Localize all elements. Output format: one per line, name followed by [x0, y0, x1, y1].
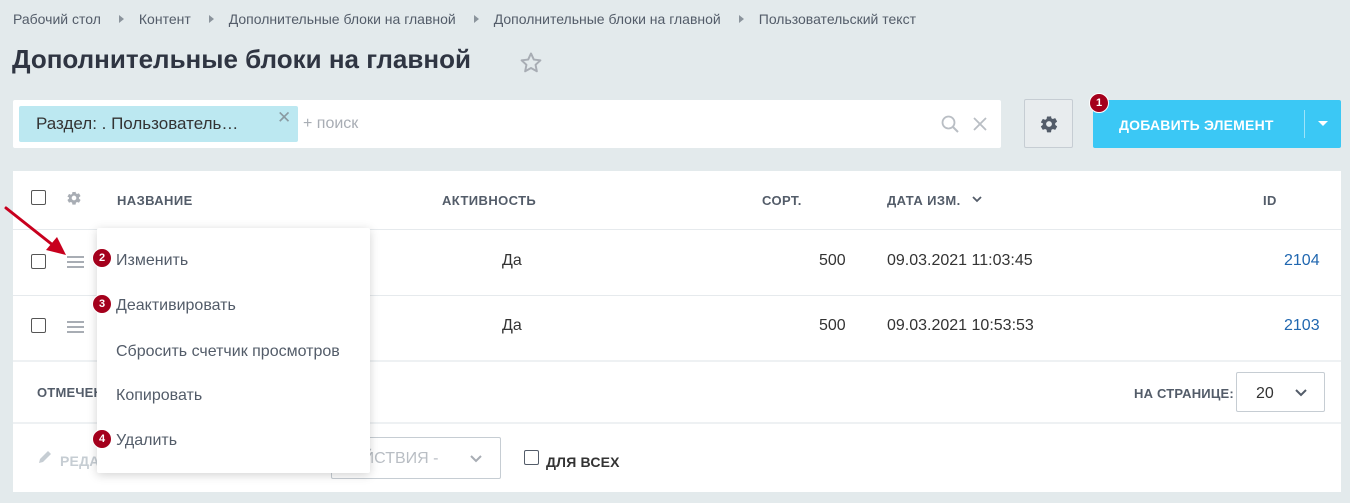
breadcrumb-item-blocks-list[interactable]: Дополнительные блоки на главной — [494, 11, 721, 27]
add-element-button[interactable]: ДОБАВИТЬ ЭЛЕМЕНТ — [1093, 100, 1341, 148]
edit-action-label[interactable]: РЕДА — [60, 453, 100, 469]
menu-item-copy[interactable]: Копировать — [116, 387, 202, 405]
chevron-down-icon[interactable] — [971, 194, 983, 204]
annotation-badge: 3 — [92, 294, 112, 314]
chevron-down-icon — [470, 455, 482, 463]
breadcrumb-separator-icon — [738, 15, 744, 23]
annotation-badge: 1 — [1089, 93, 1109, 113]
cell-sort: 500 — [819, 252, 846, 269]
column-header-sort[interactable]: СОРТ. — [762, 193, 802, 208]
breadcrumb-separator-icon — [208, 15, 214, 23]
annotation-arrow-icon — [4, 206, 66, 255]
chevron-down-icon — [1295, 389, 1307, 397]
settings-button[interactable] — [1024, 99, 1073, 148]
add-button-divider — [1304, 110, 1305, 138]
menu-item-edit[interactable]: Изменить — [116, 252, 188, 270]
cell-active: Да — [502, 317, 522, 334]
menu-item-delete[interactable]: Удалить — [116, 432, 177, 450]
page-title: Дополнительные блоки на главной — [12, 44, 471, 74]
column-header-name[interactable]: НАЗВАНИЕ — [117, 193, 193, 208]
for-all-label: ДЛЯ ВСЕХ — [546, 454, 620, 470]
add-element-label: ДОБАВИТЬ ЭЛЕМЕНТ — [1119, 117, 1274, 133]
cell-id-link[interactable]: 2103 — [1284, 317, 1320, 335]
breadcrumb-item-blocks[interactable]: Дополнительные блоки на главной — [229, 11, 456, 27]
breadcrumb-item-content[interactable]: Контент — [139, 11, 191, 27]
column-header-id[interactable]: ID — [1263, 193, 1277, 208]
search-input[interactable] — [303, 112, 923, 136]
breadcrumb-separator-icon — [473, 15, 479, 23]
menu-item-reset-views[interactable]: Сбросить счетчик просмотров — [116, 343, 340, 361]
annotation-badge: 4 — [92, 429, 112, 449]
pencil-icon — [39, 451, 51, 463]
cell-date: 09.03.2021 11:03:45 — [887, 252, 1033, 269]
cell-active: Да — [502, 252, 522, 269]
breadcrumb-separator-icon — [118, 15, 124, 23]
row-context-menu: Изменить Деактивировать Сбросить счетчик… — [97, 228, 370, 473]
column-header-date[interactable]: ДАТА ИЗМ. — [887, 193, 961, 208]
filter-chip-label: Раздел: . Пользователь… — [36, 114, 239, 133]
clear-icon[interactable] — [971, 115, 989, 133]
filter-search-bar: Раздел: . Пользователь… ✕ — [13, 100, 1001, 148]
selected-count-label: ОТМЕЧЕН — [37, 385, 104, 400]
breadcrumb-item-custom-text[interactable]: Пользовательский текст — [759, 11, 916, 27]
cell-sort: 500 — [819, 317, 846, 334]
breadcrumb: Рабочий стол Контент Дополнительные блок… — [13, 10, 916, 28]
cell-date: 09.03.2021 10:53:53 — [887, 317, 1034, 334]
per-page-label: НА СТРАНИЦЕ: — [1134, 386, 1234, 401]
for-all-checkbox[interactable] — [524, 450, 539, 465]
annotation-badge: 2 — [92, 248, 112, 268]
chevron-down-icon[interactable] — [1318, 121, 1328, 126]
column-header-active[interactable]: АКТИВНОСТЬ — [442, 193, 536, 208]
gear-icon — [1040, 115, 1057, 132]
per-page-select[interactable]: 20 — [1236, 372, 1325, 412]
row-checkbox[interactable] — [31, 318, 46, 333]
hamburger-icon[interactable] — [67, 321, 84, 333]
breadcrumb-item-desktop[interactable]: Рабочий стол — [13, 11, 101, 27]
chip-remove-icon[interactable]: ✕ — [277, 108, 291, 128]
cell-id-link[interactable]: 2104 — [1284, 252, 1320, 270]
star-icon[interactable] — [518, 50, 544, 76]
per-page-value: 20 — [1256, 385, 1274, 402]
menu-item-deactivate[interactable]: Деактивировать — [116, 297, 236, 315]
search-icon[interactable] — [940, 114, 960, 134]
filter-chip[interactable]: Раздел: . Пользователь… — [19, 106, 298, 142]
